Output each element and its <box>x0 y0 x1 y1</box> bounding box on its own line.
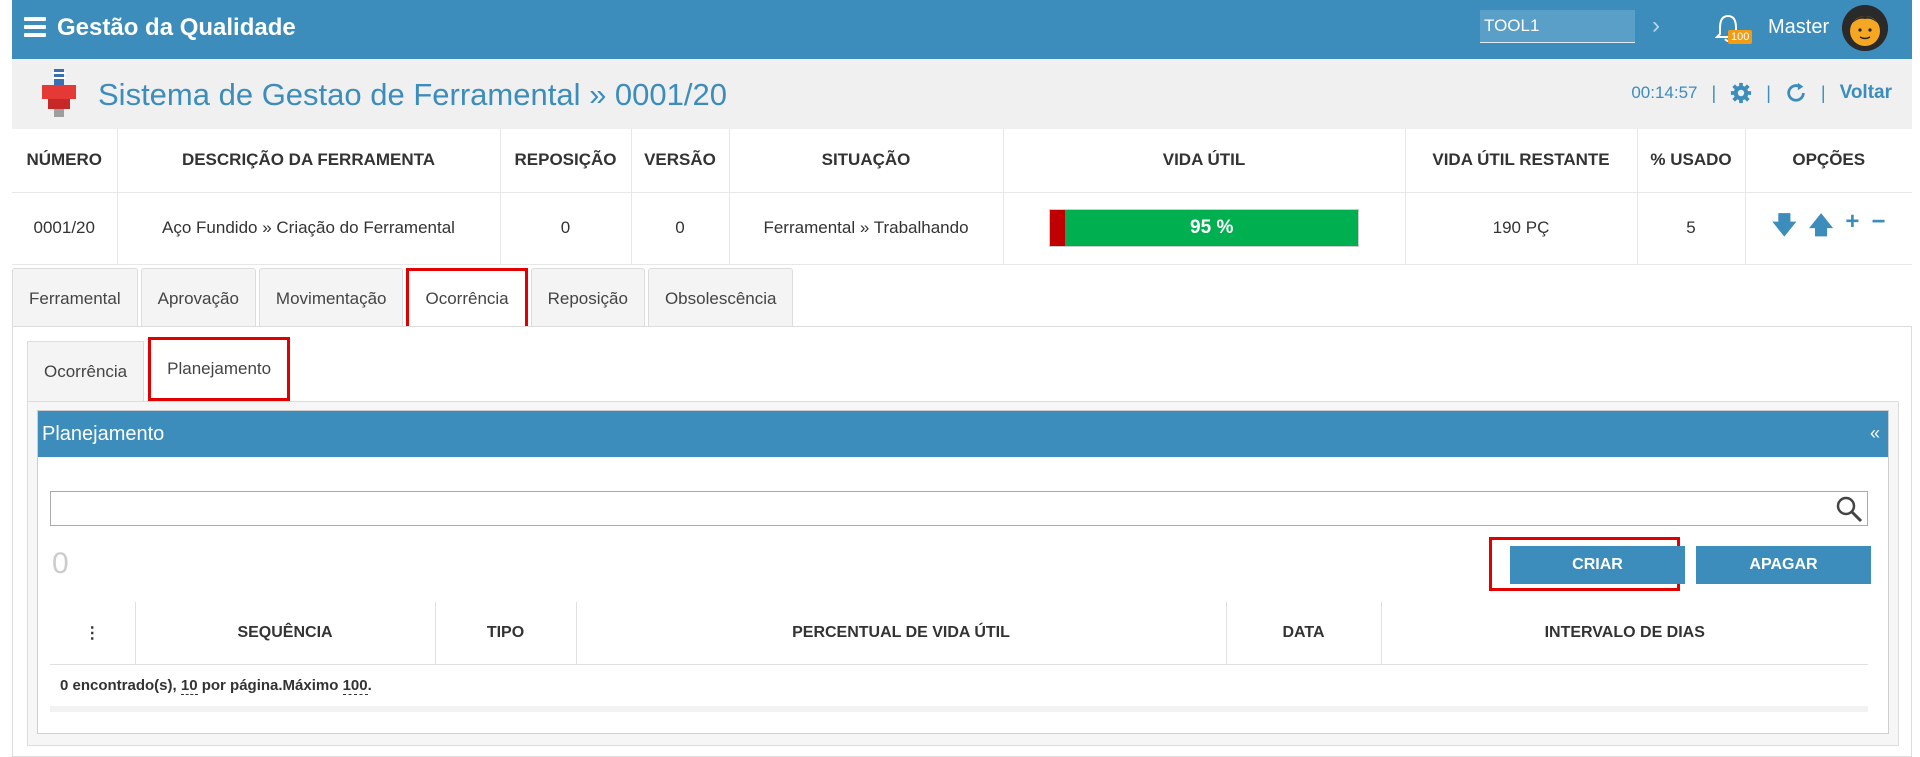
tool-icon <box>42 69 76 117</box>
separator: | <box>1766 82 1771 103</box>
summary-header-row: NÚMERO DESCRIÇÃO DA FERRAMENTA REPOSIÇÃO… <box>12 129 1912 193</box>
collapse-icon[interactable]: « <box>1870 423 1880 444</box>
menu-icon[interactable] <box>24 17 46 37</box>
tab-aprovacao[interactable]: Aprovação <box>140 268 256 328</box>
gear-icon[interactable] <box>1730 82 1752 104</box>
cell-vida-util: 95 % <box>1003 192 1406 265</box>
column-header: VIDA ÚTIL <box>1003 129 1406 193</box>
row-options: 🡇 🡅 + − <box>1746 208 1913 249</box>
tool-search-input[interactable] <box>1480 10 1635 43</box>
column-header: % USADO <box>1637 129 1746 193</box>
minus-icon[interactable]: − <box>1871 208 1885 249</box>
life-remaining-segment: 95 % <box>1065 210 1358 246</box>
tab-movimentacao[interactable]: Movimentação <box>258 268 404 328</box>
sub-tab-panel: Planejamento « 0 CRIAR APAGAR ⋮ SEQUÊNCI… <box>27 401 1899 746</box>
user-name[interactable]: Master <box>1768 16 1829 39</box>
found-count: 0 encontrado(s), <box>60 676 177 694</box>
delete-button[interactable]: APAGAR <box>1696 546 1871 584</box>
sub-tabs: Ocorrência Planejamento <box>27 337 294 401</box>
separator: | <box>1711 82 1717 103</box>
tab-obsolescencia[interactable]: Obsolescência <box>647 268 794 328</box>
record-count: 0 <box>52 547 69 580</box>
column-header: DESCRIÇÃO DA FERRAMENTA <box>117 129 501 193</box>
search-icon[interactable] <box>1835 495 1863 523</box>
column-header: SITUAÇÃO <box>729 129 1004 193</box>
planning-grid: ⋮ SEQUÊNCIA TIPO PERCENTUAL DE VIDA ÚTIL… <box>50 602 1868 706</box>
chevron-right-icon[interactable]: › <box>1652 12 1660 40</box>
box-title: Planejamento <box>42 423 165 445</box>
plus-icon[interactable]: + <box>1845 208 1859 249</box>
per-page-label: por página.Máximo <box>201 676 339 694</box>
header-actions: 00:14:57 | | | Voltar <box>1631 82 1892 104</box>
main-tabs: Ferramental Aprovação Movimentação Ocorr… <box>12 268 796 330</box>
cell-situacao: Ferramental » Trabalhando <box>729 192 1004 265</box>
arrow-down-icon[interactable]: 🡇 <box>1772 208 1797 249</box>
arrow-up-icon[interactable]: 🡅 <box>1809 208 1834 249</box>
per-page-select[interactable]: 10 <box>180 676 198 695</box>
page-title: Sistema de Gestao de Ferramental » 0001/… <box>98 77 727 112</box>
tab-reposicao[interactable]: Reposição <box>530 268 645 328</box>
column-header: VIDA ÚTIL RESTANTE <box>1405 129 1638 193</box>
notification-badge: 100 <box>1728 30 1753 44</box>
column-header[interactable]: INTERVALO DE DIAS <box>1381 602 1868 664</box>
column-header[interactable]: PERCENTUAL DE VIDA ÚTIL <box>576 602 1227 664</box>
column-header: VERSÃO <box>631 129 730 193</box>
app-title: Gestão da Qualidade <box>57 14 296 41</box>
planning-box: Planejamento « 0 CRIAR APAGAR ⋮ SEQUÊNCI… <box>37 410 1889 734</box>
separator: | <box>1820 82 1826 103</box>
subtab-planejamento[interactable]: Planejamento <box>148 337 291 401</box>
tool-summary-table: NÚMERO DESCRIÇÃO DA FERRAMENTA REPOSIÇÃO… <box>12 129 1912 265</box>
create-button[interactable]: CRIAR <box>1510 546 1685 584</box>
column-header: REPOSIÇÃO <box>500 129 632 193</box>
grid-header-row: ⋮ SEQUÊNCIA TIPO PERCENTUAL DE VIDA ÚTIL… <box>50 602 1868 664</box>
cell-reposicao: 0 <box>500 192 632 265</box>
column-header[interactable]: SEQUÊNCIA <box>135 602 436 664</box>
refresh-icon[interactable] <box>1785 82 1807 104</box>
search-field[interactable] <box>50 491 1868 526</box>
footer-end: . <box>367 676 372 694</box>
box-header: Planejamento « <box>38 411 1888 457</box>
cell-vida-util-restante: 190 PÇ <box>1405 192 1638 265</box>
column-header: NÚMERO <box>12 129 118 193</box>
column-header: OPÇÕES <box>1745 129 1912 193</box>
table-row: 0001/20 Aço Fundido » Criação do Ferrame… <box>12 192 1913 265</box>
subtab-ocorrencia[interactable]: Ocorrência <box>27 341 145 401</box>
life-used-segment <box>1050 210 1066 246</box>
max-select[interactable]: 100 <box>342 676 368 695</box>
column-menu-icon[interactable]: ⋮ <box>50 602 136 664</box>
grid-footer: 0 encontrado(s), 10 por página.Máximo 10… <box>50 663 1868 706</box>
cell-descricao: Aço Fundido » Criação do Ferramental <box>117 192 501 265</box>
session-timer: 00:14:57 <box>1631 83 1698 102</box>
main-tab-panel: Ocorrência Planejamento Planejamento « 0… <box>12 326 1912 757</box>
cell-usado: 5 <box>1637 192 1746 265</box>
grid-footer-row: 0 encontrado(s), 10 por página.Máximo 10… <box>50 663 1868 706</box>
life-progress-bar: 95 % <box>1049 209 1359 247</box>
page-header: Sistema de Gestao de Ferramental » 0001/… <box>12 59 1912 129</box>
column-header[interactable]: TIPO <box>435 602 577 664</box>
app: Gestão da Qualidade › 100 Master Sistema <box>12 0 1912 757</box>
back-link[interactable]: Voltar <box>1840 82 1892 104</box>
column-header[interactable]: DATA <box>1226 602 1382 664</box>
avatar[interactable] <box>1842 5 1888 51</box>
cell-opcoes: 🡇 🡅 + − <box>1745 192 1913 265</box>
tab-ocorrencia[interactable]: Ocorrência <box>406 268 528 330</box>
tab-ferramental[interactable]: Ferramental <box>12 268 138 328</box>
cell-versao: 0 <box>631 192 730 265</box>
cell-numero: 0001/20 <box>12 192 118 265</box>
top-bar: Gestão da Qualidade › 100 Master <box>12 0 1912 59</box>
